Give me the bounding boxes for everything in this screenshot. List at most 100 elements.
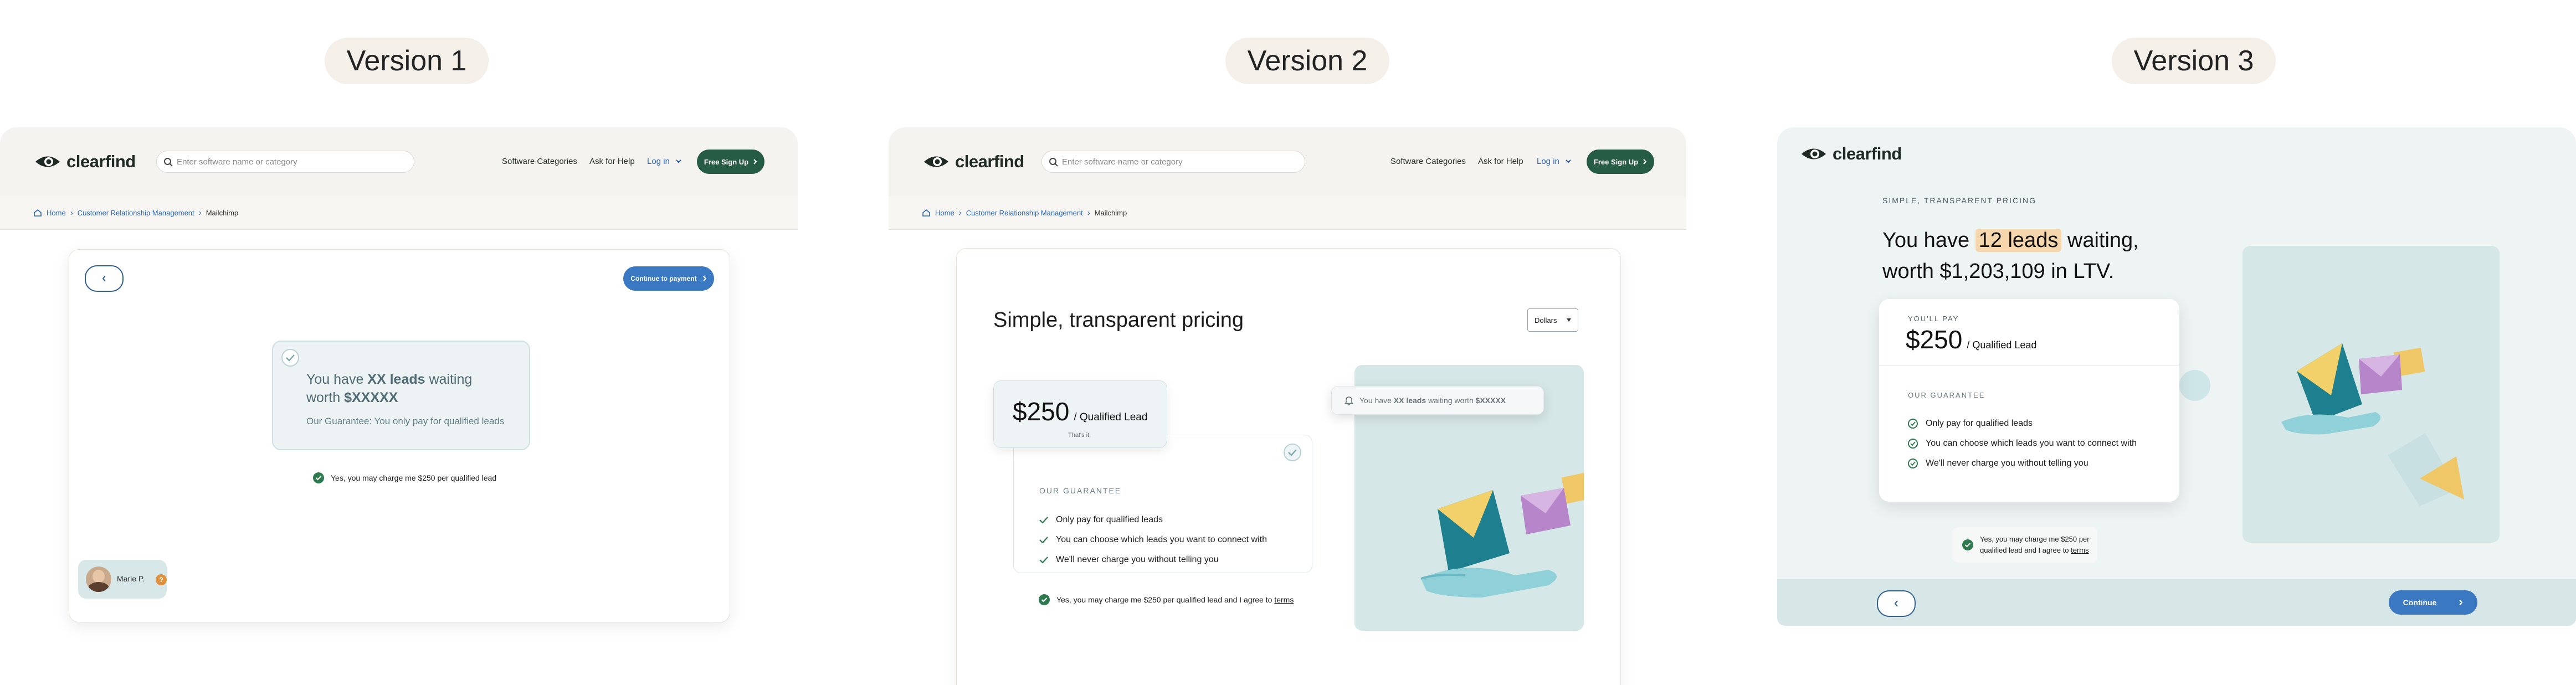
breadcrumb-crm[interactable]: Customer Relationship Management: [78, 209, 194, 217]
footer-bar: Continue: [1777, 579, 2576, 626]
search-input[interactable]: Enter software name or category: [156, 151, 414, 173]
eye-logo-icon: [35, 156, 60, 167]
check-circle-icon: [1908, 459, 1918, 468]
logo[interactable]: clearfind: [1800, 144, 1902, 164]
breadcrumb-home[interactable]: Home: [935, 209, 955, 217]
chevron-right-icon: ›: [70, 208, 73, 218]
version-1-label: Version 1: [325, 38, 489, 84]
nav-ask-for-help[interactable]: Ask for Help: [1478, 157, 1523, 166]
continue-label: Continue: [2403, 598, 2437, 607]
terms-link[interactable]: terms: [2071, 546, 2089, 554]
nav-software-categories[interactable]: Software Categories: [502, 157, 577, 166]
leads-summary-box: You have XX leads waiting worth $XXXXX O…: [272, 341, 530, 450]
guarantee-heading: OUR GUARANTEE: [1039, 486, 1122, 495]
chevron-right-icon: [702, 276, 707, 281]
support-agent-chip[interactable]: Marie P. ?: [78, 560, 167, 599]
version-3-panel: clearfind SIMPLE, TRANSPARENT PRICING Yo…: [1777, 127, 2576, 626]
guarantee-item: Only pay for qualified leads: [1039, 515, 1163, 525]
chevron-down-icon: [1566, 159, 1571, 163]
caret-down-icon: [1567, 318, 1571, 322]
breadcrumb-home[interactable]: Home: [47, 209, 66, 217]
check-icon: [1039, 517, 1048, 523]
chevron-right-icon: [2459, 600, 2463, 605]
breadcrumb-current: Mailchimp: [206, 209, 239, 217]
guarantee-item: Only pay for qualified leads: [1908, 419, 2033, 429]
logo[interactable]: clearfind: [34, 152, 136, 172]
pricing-title: Simple, transparent pricing: [993, 308, 1244, 332]
version-2-panel: clearfind Enter software name or categor…: [889, 127, 1686, 685]
chevron-right-icon: ›: [198, 208, 202, 218]
agent-name: Marie P.: [117, 574, 145, 583]
logo[interactable]: clearfind: [923, 152, 1024, 172]
terms-link[interactable]: terms: [1274, 595, 1294, 604]
breadcrumb-crm[interactable]: Customer Relationship Management: [966, 209, 1083, 217]
back-button[interactable]: [1877, 590, 1916, 617]
chevron-left-icon: [102, 275, 106, 282]
version-1-panel: clearfind Enter software name or categor…: [0, 127, 798, 685]
logo-text: clearfind: [955, 152, 1024, 171]
payment-card: Continue to payment You have XX leads wa…: [69, 249, 730, 622]
login-label: Log in: [1537, 157, 1559, 166]
search-icon: [1049, 158, 1058, 167]
leads-highlight: 12 leads: [1975, 229, 2062, 252]
chevron-down-icon: [676, 159, 681, 163]
continue-button[interactable]: Continue: [2389, 590, 2477, 615]
chevron-right-icon: [1643, 159, 1647, 164]
checkbox-checked-icon[interactable]: [1962, 539, 1973, 550]
envelopes-hand-illustration: [2281, 343, 2464, 506]
continue-to-payment-button[interactable]: Continue to payment: [623, 266, 714, 291]
pricing-card: YOU'LL PAY $250 / Qualified Lead OUR GUA…: [1879, 299, 2179, 502]
help-badge-icon[interactable]: ?: [156, 574, 167, 585]
eye-logo-icon: [1802, 148, 1826, 159]
site-header: clearfind Enter software name or categor…: [0, 127, 798, 197]
currency-select[interactable]: Dollars: [1527, 308, 1578, 332]
nav-ask-for-help[interactable]: Ask for Help: [589, 157, 635, 166]
consent-label: Yes, you may charge me $250 per qualified…: [1980, 535, 2090, 554]
price-box: $250 / Qualified Lead That's it.: [993, 380, 1167, 448]
back-button[interactable]: [85, 265, 124, 292]
checkbox-checked-icon[interactable]: [313, 472, 324, 483]
avatar: [86, 566, 111, 592]
decorative-sphere: [2179, 370, 2210, 401]
headline: You have 12 leads waiting, worth $1,203,…: [1882, 229, 2139, 283]
consent-box[interactable]: Yes, you may charge me $250 per qualified…: [1952, 527, 2097, 563]
home-icon: [34, 209, 42, 217]
guarantee-heading: OUR GUARANTEE: [1908, 391, 1985, 399]
illustration-tile: [2243, 246, 2500, 543]
search-icon: [164, 158, 173, 167]
eye-logo-icon: [924, 156, 948, 167]
check-circle-icon: [1908, 439, 1918, 449]
guarantee-item: You can choose which leads you want to c…: [1908, 439, 2137, 449]
card-divider: [1879, 365, 2179, 366]
bell-icon: [1344, 396, 1354, 405]
consent-row[interactable]: Yes, you may charge me $250 per qualifie…: [1039, 594, 1294, 605]
free-signup-button[interactable]: Free Sign Up: [697, 150, 764, 174]
pay-label: YOU'LL PAY: [1908, 315, 1959, 323]
guarantee-item: We'll never charge you without telling y…: [1039, 555, 1219, 565]
check-icon: [1039, 557, 1048, 563]
signup-label: Free Sign Up: [1593, 157, 1639, 166]
version-3-label: Version 3: [2112, 38, 2276, 84]
breadcrumb-bar: Home › Customer Relationship Management …: [889, 196, 1686, 230]
breadcrumb-current: Mailchimp: [1094, 209, 1127, 217]
logo-text: clearfind: [66, 152, 136, 171]
checkbox-checked-icon[interactable]: [1039, 594, 1050, 605]
consent-label: Yes, you may charge me $250 per qualifie…: [1056, 595, 1275, 604]
nav-software-categories[interactable]: Software Categories: [1390, 157, 1466, 166]
nav-login[interactable]: Log in: [647, 157, 682, 166]
check-badge-icon: [1284, 444, 1301, 461]
free-signup-button[interactable]: Free Sign Up: [1587, 150, 1654, 174]
consent-row[interactable]: Yes, you may charge me $250 per qualifie…: [313, 472, 496, 483]
leads-headline: You have XX leads waiting worth $XXXXX: [306, 372, 473, 405]
continue-to-payment-label: Continue to payment: [630, 275, 697, 282]
guarantee-box: OUR GUARANTEE Only pay for qualified lea…: [1013, 435, 1312, 573]
breadcrumb: Home › Customer Relationship Management …: [33, 208, 238, 218]
price: $250 / Qualified Lead: [1013, 397, 1148, 426]
signup-label: Free Sign Up: [704, 157, 749, 166]
login-label: Log in: [647, 157, 670, 166]
search-placeholder: Enter software name or category: [177, 157, 297, 167]
logo-text: clearfind: [1833, 144, 1902, 163]
check-badge-icon: [281, 349, 299, 367]
search-input[interactable]: Enter software name or category: [1041, 151, 1305, 173]
nav-login[interactable]: Log in: [1537, 157, 1572, 166]
